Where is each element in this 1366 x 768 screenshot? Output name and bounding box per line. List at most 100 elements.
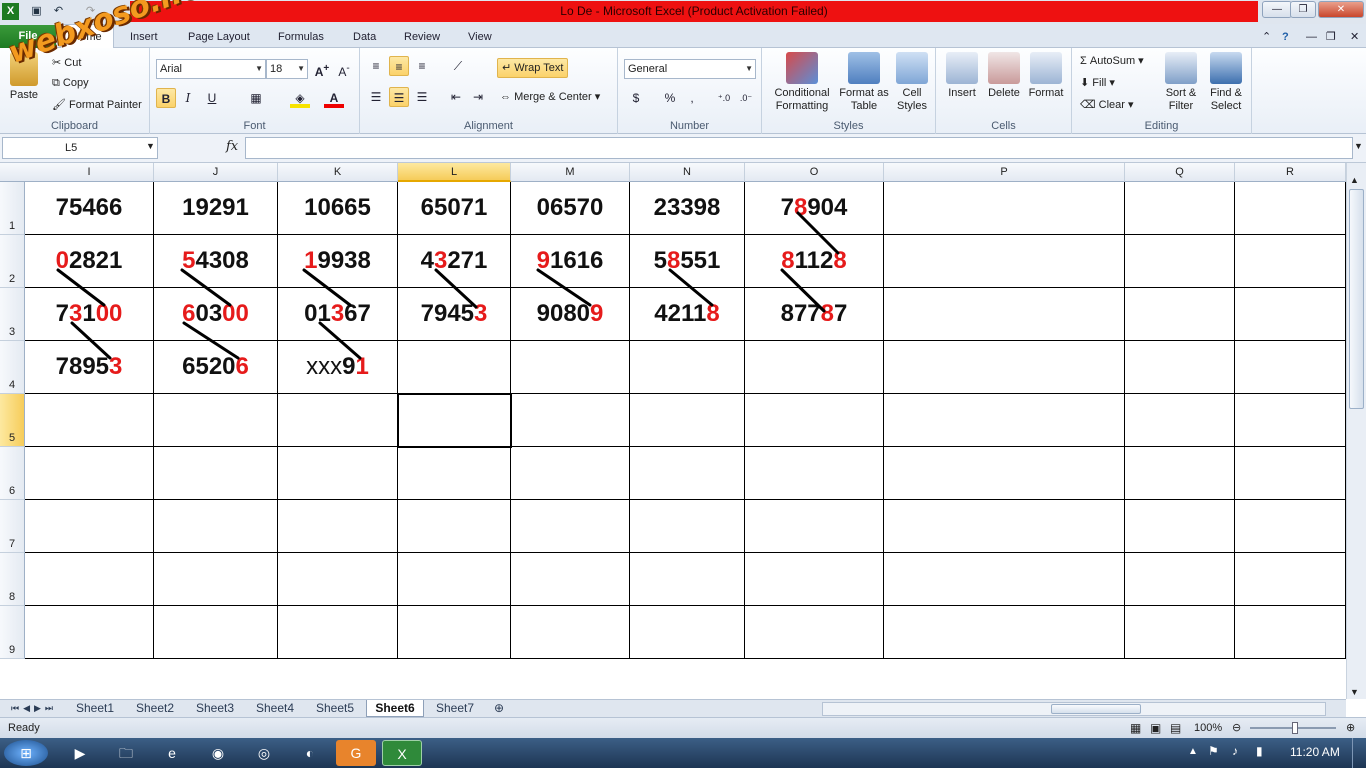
cell-n3[interactable]: 42118 xyxy=(630,288,745,341)
cell-k5[interactable] xyxy=(278,394,398,447)
cell-l7[interactable] xyxy=(398,500,511,553)
cell-m3[interactable]: 90809 xyxy=(511,288,630,341)
grow-font-icon[interactable]: A+ xyxy=(312,59,332,79)
cell-i6[interactable] xyxy=(25,447,154,500)
tab-file[interactable]: File xyxy=(0,25,56,48)
cell-m2[interactable]: 91616 xyxy=(511,235,630,288)
formula-input[interactable] xyxy=(245,137,1353,159)
sheet-tab-sheet1[interactable]: Sheet1 xyxy=(66,700,124,717)
cell-q6[interactable] xyxy=(1125,447,1235,500)
cell-o7[interactable] xyxy=(745,500,884,553)
cell-r8[interactable] xyxy=(1235,553,1346,606)
vertical-scroll-thumb[interactable] xyxy=(1349,189,1364,409)
tab-data[interactable]: Data xyxy=(353,26,376,48)
cell-k8[interactable] xyxy=(278,553,398,606)
cell-r7[interactable] xyxy=(1235,500,1346,553)
cell-l1[interactable]: 65071 xyxy=(398,182,511,235)
tab-home[interactable]: Home xyxy=(60,24,114,49)
cell-q5[interactable] xyxy=(1125,394,1235,447)
cell-r3[interactable] xyxy=(1235,288,1346,341)
italic-button[interactable]: I xyxy=(178,88,198,108)
normal-view-icon[interactable]: ▦ xyxy=(1130,718,1141,738)
maximize-button[interactable]: ❐ xyxy=(1290,1,1316,18)
percent-button[interactable]: % xyxy=(660,88,680,108)
wrap-text-button[interactable]: ↵ Wrap Text xyxy=(497,58,569,78)
format-painter-button[interactable]: 🖌 Format Painter xyxy=(52,98,142,111)
copy-button[interactable]: ⧉ Copy xyxy=(52,77,89,90)
cell-n2[interactable]: 58551 xyxy=(630,235,745,288)
cell-m8[interactable] xyxy=(511,553,630,606)
borders-icon[interactable]: ▦ xyxy=(246,88,266,108)
merge-center-button[interactable]: ⇔ Merge & Center ▾ xyxy=(500,90,600,103)
cell-j4[interactable]: 65206 xyxy=(154,341,278,394)
app-green-icon[interactable]: ◎ xyxy=(244,740,284,766)
comma-button[interactable]: , xyxy=(682,88,702,108)
cell-n1[interactable]: 23398 xyxy=(630,182,745,235)
cell-m7[interactable] xyxy=(511,500,630,553)
cell-r1[interactable] xyxy=(1235,182,1346,235)
volume-icon[interactable]: ♪ xyxy=(1232,744,1238,758)
tab-page-layout[interactable]: Page Layout xyxy=(188,26,250,48)
cell-j9[interactable] xyxy=(154,606,278,659)
cell-i7[interactable] xyxy=(25,500,154,553)
paste-button[interactable]: Paste xyxy=(4,52,44,102)
underline-button[interactable]: U xyxy=(202,88,222,108)
cell-o6[interactable] xyxy=(745,447,884,500)
chrome-icon[interactable]: ◉ xyxy=(198,740,238,766)
cell-q8[interactable] xyxy=(1125,553,1235,606)
cell-o8[interactable] xyxy=(745,553,884,606)
sheet-tab-sheet4[interactable]: Sheet4 xyxy=(246,700,304,717)
help-icon[interactable]: ? xyxy=(1282,26,1289,48)
shrink-font-icon[interactable]: A- xyxy=(334,59,354,79)
select-all-corner[interactable] xyxy=(0,163,26,182)
cell-k3[interactable]: 01367 xyxy=(278,288,398,341)
font-size-select[interactable]: 18 ▼ xyxy=(266,59,308,79)
tab-insert[interactable]: Insert xyxy=(130,26,158,48)
cell-k2[interactable]: 19938 xyxy=(278,235,398,288)
column-header-q[interactable]: Q xyxy=(1125,163,1235,182)
cell-m5[interactable] xyxy=(511,394,630,447)
increase-indent-icon[interactable]: ⇥ xyxy=(468,87,488,107)
cell-n9[interactable] xyxy=(630,606,745,659)
save-icon[interactable]: ▣ xyxy=(28,3,45,20)
insert-button[interactable]: Insert xyxy=(942,52,982,100)
font-name-select[interactable]: Arial ▼ xyxy=(156,59,266,79)
cell-i5[interactable] xyxy=(25,394,154,447)
cell-l5[interactable] xyxy=(398,394,511,447)
close-button[interactable]: ✕ xyxy=(1318,1,1364,18)
autosum-button[interactable]: Σ AutoSum ▾ xyxy=(1080,54,1144,67)
decrease-decimal-icon[interactable]: .0⁻ xyxy=(736,88,756,108)
cell-p9[interactable] xyxy=(884,606,1125,659)
cell-i1[interactable]: 75466 xyxy=(25,182,154,235)
zoom-slider-thumb[interactable] xyxy=(1292,722,1298,734)
cell-l3[interactable]: 79453 xyxy=(398,288,511,341)
row-header-4[interactable]: 4 xyxy=(0,341,25,394)
cell-l9[interactable] xyxy=(398,606,511,659)
page-break-view-icon[interactable]: ▤ xyxy=(1170,718,1181,738)
clock[interactable]: 11:20 AM xyxy=(1290,745,1340,759)
row-header-8[interactable]: 8 xyxy=(0,553,25,606)
workbook-close-icon[interactable]: ✕ xyxy=(1350,26,1359,48)
network-icon[interactable]: ⚑ xyxy=(1208,744,1219,758)
bottom-align-icon[interactable]: ≡ xyxy=(412,56,432,76)
internet-explorer-icon[interactable]: e xyxy=(152,740,192,766)
scroll-up-icon[interactable]: ▲ xyxy=(1350,175,1359,185)
zoom-level[interactable]: 100% xyxy=(1194,718,1222,738)
decrease-indent-icon[interactable]: ⇤ xyxy=(446,87,466,107)
excel-taskbar-icon[interactable]: X xyxy=(382,740,422,766)
cell-j3[interactable]: 60300 xyxy=(154,288,278,341)
cell-n5[interactable] xyxy=(630,394,745,447)
align-right-icon[interactable]: ☰ xyxy=(412,87,432,107)
zoom-in-icon[interactable]: ⊕ xyxy=(1346,718,1355,738)
row-header-7[interactable]: 7 xyxy=(0,500,25,553)
sheet-tab-sheet6[interactable]: Sheet6 xyxy=(366,700,424,717)
cell-i8[interactable] xyxy=(25,553,154,606)
media-player-icon[interactable]: ▶ xyxy=(60,740,100,766)
cell-m1[interactable]: 06570 xyxy=(511,182,630,235)
bold-button[interactable]: B xyxy=(156,88,176,108)
cell-j5[interactable] xyxy=(154,394,278,447)
zoom-out-icon[interactable]: ⊖ xyxy=(1232,718,1241,738)
cell-i4[interactable]: 78953 xyxy=(25,341,154,394)
cell-n6[interactable] xyxy=(630,447,745,500)
cell-p3[interactable] xyxy=(884,288,1125,341)
